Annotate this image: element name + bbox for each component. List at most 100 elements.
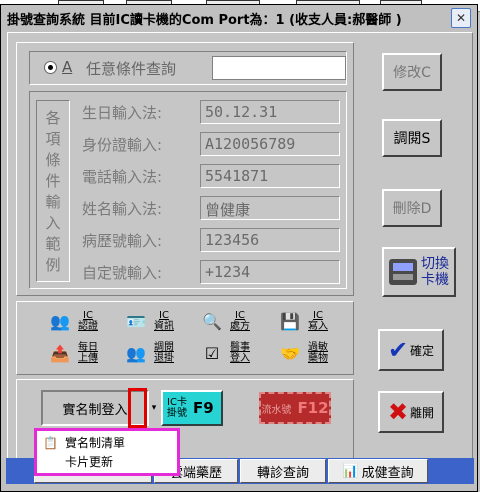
upload-icon: 📤 [50,343,70,363]
menu-item-real-name-list-label: 實名制清單 [65,436,126,450]
daily-upload-line2: 上傳 [78,353,98,364]
example-label-name: 姓名輸入法: [82,200,163,218]
medical-register-button[interactable]: ☑ 醫事 登入 [201,342,254,364]
example-value-id: A120056789 [200,132,340,156]
exit-label: 離開 [410,405,435,420]
example-label-phone: 電話輸入法: [82,168,163,186]
users-icon: 👥 [50,311,70,331]
modify-button[interactable]: 修改C [382,53,442,91]
radio-row: A 任意條件查詢 [29,51,347,85]
allergy-drug-button[interactable]: 🤝 過敏 藥物 [279,342,332,364]
examples-panel: 各 項 條 件 輸 入 範 例 生日輸入法: 50.12.31 身份證輸入: A… [29,91,347,289]
view-label: 調閱S [393,131,431,147]
side-label-char: 範 [45,235,61,253]
toolbar-panel: 👥 IC 認證 🪪 IC 資訊 🔍 IC 處方 💾 IC 寫入 📤 每日 上傳 👥 [16,301,354,375]
ic-info-button[interactable]: 🪪 IC 資訊 [125,310,178,332]
f12-text: 流水號 [261,404,292,416]
magnifier-icon: 🔍 [202,311,222,331]
condition-panel: A 任意條件查詢 各 項 條 件 輸 入 範 例 生日輸入法: 50.12.31… [16,42,354,296]
bar-chart-icon: 📊 [342,463,359,479]
clipboard-icon: 📋 [43,435,58,450]
ic-register-line1: IC卡 [167,397,187,408]
ic-write-line1: IC [313,310,323,321]
chevron-down-icon: ▾ [151,403,157,413]
ic-auth-line2: 認證 [78,321,98,332]
ic-prescription-line1: IC [235,310,245,321]
radio-button[interactable] [44,61,57,74]
exit-button[interactable]: ✖ 離開 [378,391,444,433]
register-query-window: 掛號查詢系統 目前IC讀卡機的Com Port為：1 (收支人員:郝醫師 ) ✕… [0,4,478,492]
ic-write-button[interactable]: 💾 IC 寫入 [279,310,332,332]
checkmark-icon: ✔ [387,336,409,364]
close-button[interactable]: ✕ [451,8,471,28]
bottom-tab-referral[interactable]: 轉診查詢 [240,459,326,483]
confirm-label: 確定 [410,343,435,358]
ic-auth-line1: IC [83,310,93,321]
title-bar: 掛號查詢系統 目前IC讀卡機的Com Port為：1 (收支人員:郝醫師 ) ✕ [1,5,477,31]
handshake-icon: 🤝 [280,343,300,363]
main-panel: A 任意條件查詢 各 項 條 件 輸 入 範 例 生日輸入法: 50.12.31… [7,32,473,462]
radio-hotkey: A [62,58,73,76]
floppy-disk-icon: 💾 [280,311,300,331]
example-label-id: 身份證輸入: [82,136,163,154]
ic-info-line2: 資訊 [154,321,174,332]
side-label-char: 輸 [45,193,61,211]
side-label-char: 項 [45,130,61,148]
bottom-tab-adult-health[interactable]: 📊 成健查詢 [328,459,428,483]
modify-label: 修改C [393,65,431,81]
bottom-tab-referral-label: 轉診查詢 [256,465,309,481]
ic-auth-button[interactable]: 👥 IC 認證 [49,310,102,332]
card-icon: 🪪 [126,311,146,331]
f12-key-label: F12 [297,399,329,417]
example-label-birthday: 生日輸入法: [82,104,163,122]
side-label-box: 各 項 條 件 輸 入 範 例 [36,100,70,282]
example-value-name: 曾健康 [200,196,340,220]
window-title: 掛號查詢系統 目前IC讀卡機的Com Port為：1 (收支人員:郝醫師 ) [7,12,402,28]
reschedule-line1: 調閱 [154,342,174,353]
close-icon: ✕ [455,11,467,25]
side-label-char: 件 [45,172,61,190]
confirm-button[interactable]: ✔ 確定 [378,329,444,371]
reschedule-button[interactable]: 👥 調閱 退掛 [125,342,178,364]
daily-upload-line1: 每日 [78,342,98,353]
example-value-custom-no: +1234 [200,260,340,284]
menu-item-card-update-label: 卡片更新 [65,455,114,469]
highlight-dropdown-arrow [128,388,147,428]
example-value-phone: 5541871 [200,164,340,188]
example-value-chart-no: 123456 [200,228,340,252]
side-label-char: 條 [45,151,61,169]
allergy-drug-line1: 過敏 [308,342,328,353]
medical-register-line1: 醫事 [230,342,250,353]
ic-info-line1: IC [159,310,169,321]
side-label-char: 各 [45,109,61,127]
example-label-custom-no: 自定號輸入: [82,264,163,282]
example-label-chart-no: 病歷號輸入: [82,232,163,250]
f9-key-label: F9 [193,399,214,417]
delete-button[interactable]: 刪除D [382,189,442,227]
radio-text: 任意條件查詢 [86,60,177,78]
allergy-drug-line2: 藥物 [308,353,328,364]
card-reader-icon [389,259,417,285]
search-input[interactable] [212,56,346,80]
ic-write-line2: 寫入 [308,321,328,332]
checkbox-icon: ☑ [204,343,220,363]
view-button[interactable]: 調閱S [382,119,442,157]
dropdown-arrow-button[interactable]: ▾ [149,390,159,426]
f12-serial-button[interactable]: 流水號 F12 [259,392,331,424]
real-name-login-label: 實名制登入 [62,402,128,418]
side-label-char: 入 [45,214,61,232]
switch-reader-button[interactable]: 切換 卡機 [382,247,456,297]
close-x-icon: ✖ [387,398,409,426]
reschedule-line2: 退掛 [154,353,174,364]
switch-reader-line1: 切換 [421,256,449,272]
example-value-birthday: 50.12.31 [200,100,340,124]
medical-register-line2: 登入 [230,353,250,364]
ic-prescription-button[interactable]: 🔍 IC 處方 [201,310,254,332]
switch-reader-line2: 卡機 [421,272,449,288]
ic-register-line2: 掛號 [167,408,187,419]
menu-item-card-update[interactable]: 卡片更新 [39,452,175,471]
ic-register-f9-button[interactable]: IC卡 掛號 F9 [161,390,223,426]
delete-label: 刪除D [392,201,432,217]
daily-upload-button[interactable]: 📤 每日 上傳 [49,342,102,364]
menu-item-real-name-list[interactable]: 📋 實名制清單 [39,433,175,452]
